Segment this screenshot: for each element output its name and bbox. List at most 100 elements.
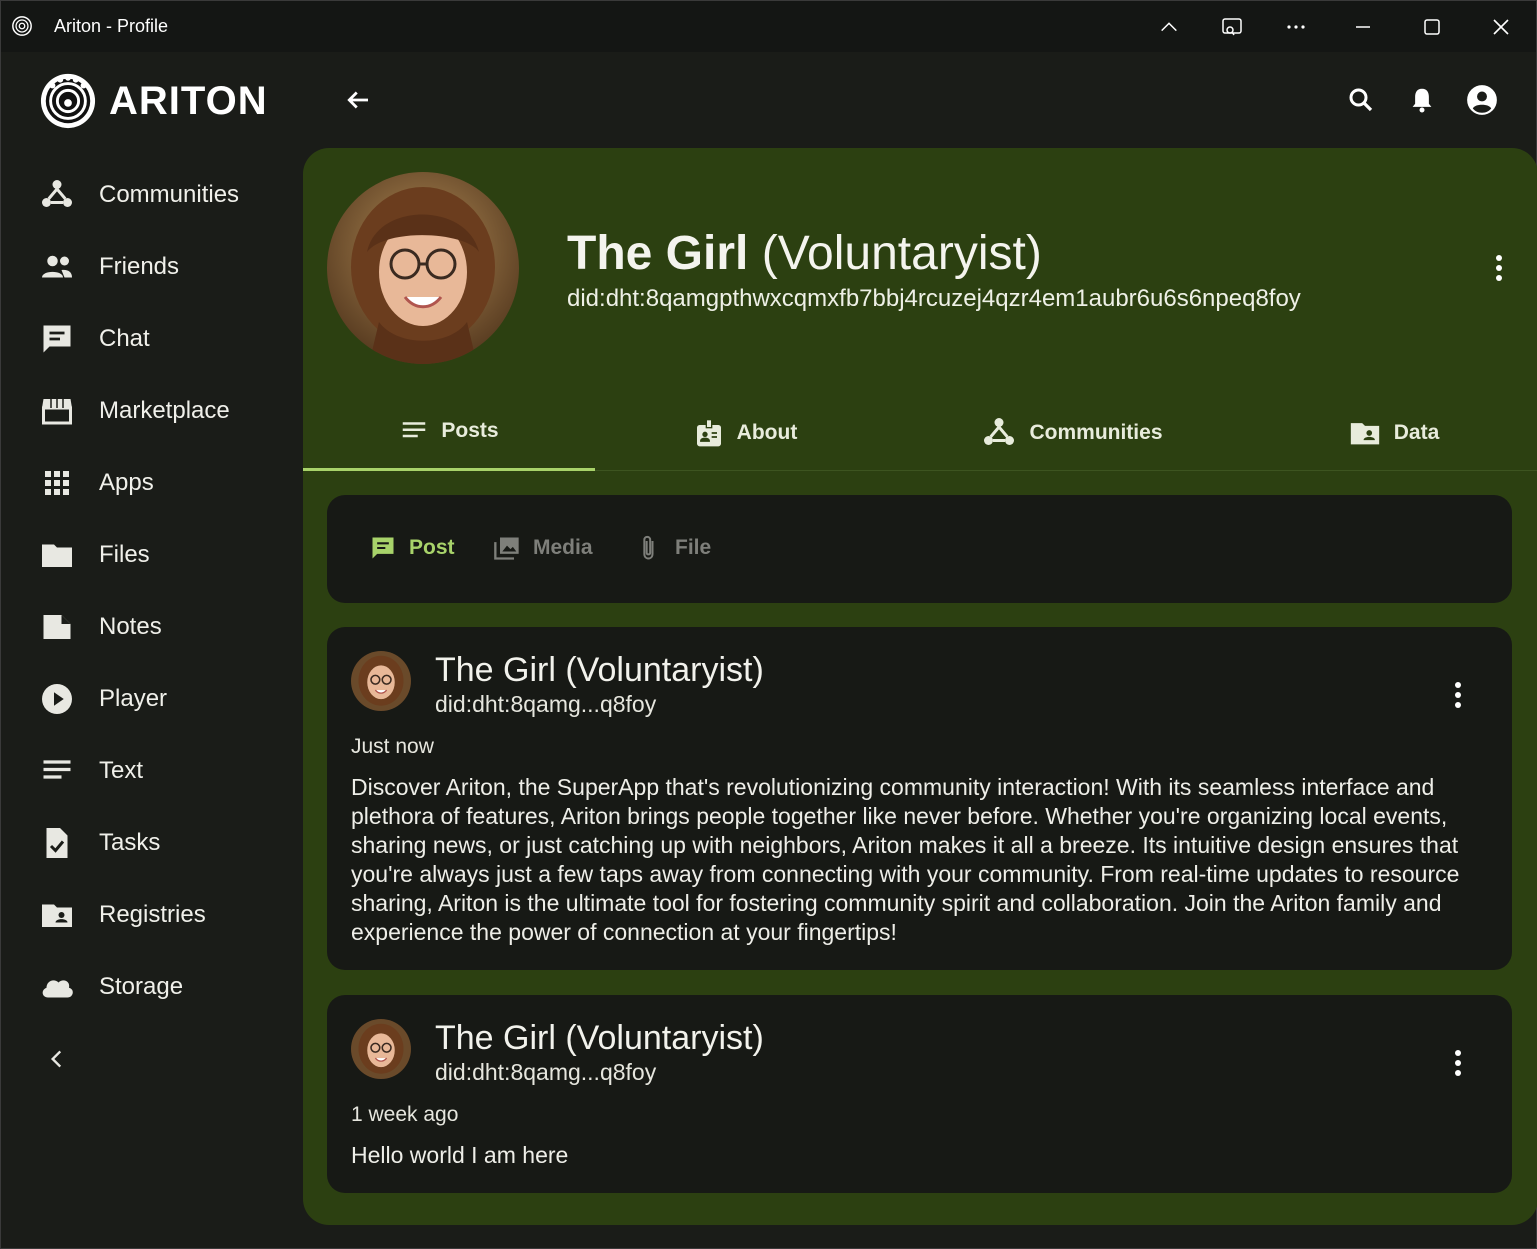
cast-button[interactable] — [1214, 9, 1250, 45]
sidebar-item-label: Notes — [99, 613, 162, 640]
note-icon — [39, 609, 75, 645]
friends-icon — [39, 249, 75, 285]
communities-icon — [39, 177, 75, 213]
sidebar-item-label: Communities — [99, 181, 240, 208]
chevron-up-icon — [1161, 22, 1177, 32]
sidebar-item-notes[interactable]: Notes — [1, 591, 301, 663]
sidebar-item-friends[interactable]: Friends — [1, 231, 301, 303]
tab-data[interactable]: Data — [1249, 394, 1537, 471]
sidebar-item-registries[interactable]: Registries — [1, 879, 301, 951]
tab-about[interactable]: About — [595, 394, 895, 471]
post-composer: Post Media File — [327, 495, 1512, 603]
sidebar-item-label: Registries — [99, 901, 206, 928]
sidebar-item-apps[interactable]: Apps — [1, 447, 301, 519]
sidebar-item-label: Tasks — [99, 829, 161, 856]
sidebar-item-files[interactable]: Files — [1, 519, 301, 591]
account-button[interactable] — [1463, 81, 1501, 119]
sidebar-item-label: Text — [99, 757, 144, 784]
collapse-sidebar-button[interactable] — [39, 1041, 75, 1077]
more-vertical-icon — [1496, 255, 1502, 281]
post-author-did: did:dht:8qamg...q8foy — [435, 691, 657, 717]
maximize-button[interactable] — [1414, 9, 1450, 45]
maximize-icon — [1424, 19, 1440, 35]
sidebar-item-label: Marketplace — [99, 397, 230, 424]
file-button-label: File — [675, 536, 712, 559]
post-button[interactable]: Post — [369, 533, 455, 563]
profile-display-name: The Girl — [567, 227, 749, 280]
title-bar: Ariton - Profile — [1, 1, 1536, 52]
tab-label: About — [736, 420, 798, 444]
tab-posts[interactable]: Posts — [303, 394, 595, 471]
sidebar-item-chat[interactable]: Chat — [1, 303, 301, 375]
folder-icon — [39, 537, 75, 573]
cast-icon — [1222, 18, 1242, 36]
app-logo-icon — [12, 16, 32, 36]
profile-tabs: Posts About Communities Data — [303, 394, 1537, 471]
arrow-back-icon — [347, 91, 368, 109]
sidebar-item-label: Storage — [99, 973, 184, 1000]
post-button-label: Post — [409, 536, 455, 559]
media-button-label: Media — [533, 536, 593, 559]
tab-label: Posts — [441, 419, 499, 442]
text-lines-icon — [39, 753, 75, 789]
account-circle-icon — [1467, 85, 1497, 115]
file-button[interactable]: File — [635, 533, 711, 563]
more-options-button[interactable] — [1278, 9, 1314, 45]
post-author-did: did:dht:8qamg...q8foy — [435, 1059, 657, 1085]
close-button[interactable] — [1483, 9, 1519, 45]
post-author: The Girl (Voluntaryist) — [435, 651, 764, 689]
avatar-image — [327, 172, 519, 364]
more-vertical-icon — [1455, 1050, 1461, 1076]
bell-icon — [1412, 88, 1432, 113]
sidebar-item-text[interactable]: Text — [1, 735, 301, 807]
close-icon — [1493, 19, 1509, 35]
sidebar-item-storage[interactable]: Storage — [1, 951, 301, 1023]
profile-avatar[interactable] — [327, 172, 519, 364]
collapse-titlebar-button[interactable] — [1151, 9, 1187, 45]
lines-icon — [403, 422, 426, 438]
chat-icon — [39, 321, 75, 357]
more-vertical-icon — [1455, 682, 1461, 708]
search-icon — [1349, 88, 1373, 112]
minimize-button[interactable] — [1345, 9, 1381, 45]
post-avatar[interactable] — [351, 1019, 411, 1079]
chevron-left-icon — [50, 1050, 62, 1068]
profile-did: did:dht:8qamgpthwxcqmxfb7bbj4rcuzej4qzr4… — [567, 285, 1301, 312]
avatar-image — [351, 651, 411, 711]
post-timestamp: 1 week ago — [351, 1103, 459, 1126]
profile-name: The Girl (Voluntaryist) — [567, 226, 1042, 281]
back-button[interactable] — [339, 81, 377, 119]
post-more-button[interactable] — [1442, 675, 1474, 715]
notifications-button[interactable] — [1403, 81, 1441, 119]
registry-folder-icon — [39, 897, 75, 933]
media-button[interactable]: Media — [493, 533, 593, 563]
post-more-button[interactable] — [1442, 1043, 1474, 1083]
post-timestamp: Just now — [351, 735, 434, 758]
task-icon — [39, 825, 75, 861]
ariton-logo-icon — [40, 73, 96, 129]
post-avatar[interactable] — [351, 651, 411, 711]
profile-panel: The Girl (Voluntaryist) did:dht:8qamgpth… — [303, 148, 1537, 1225]
image-icon — [494, 537, 519, 560]
brand-logo[interactable]: ARITON — [39, 71, 269, 131]
profile-more-button[interactable] — [1483, 248, 1515, 288]
profile-role: (Voluntaryist) — [761, 227, 1042, 280]
post-card: The Girl (Voluntaryist) did:dht:8qamg...… — [327, 627, 1512, 970]
sidebar-item-label: Files — [99, 541, 150, 568]
folder-shared-icon — [1350, 422, 1379, 444]
post-body: Discover Ariton, the SuperApp that's rev… — [351, 774, 1460, 945]
app-window: Ariton - Profile ARITON Communities Frie… — [0, 0, 1537, 1249]
sidebar-item-marketplace[interactable]: Marketplace — [1, 375, 301, 447]
window-title: Ariton - Profile — [54, 16, 169, 36]
sidebar: Communities Friends Chat Marketplace App… — [1, 159, 301, 1023]
brand-name: ARITON — [109, 78, 268, 123]
tab-communities[interactable]: Communities — [895, 394, 1249, 471]
sidebar-item-communities[interactable]: Communities — [1, 159, 301, 231]
tab-label: Communities — [1029, 420, 1163, 444]
sidebar-item-label: Friends — [99, 253, 180, 280]
sidebar-item-player[interactable]: Player — [1, 663, 301, 735]
apps-grid-icon — [39, 465, 75, 501]
cloud-icon — [39, 969, 75, 1005]
sidebar-item-tasks[interactable]: Tasks — [1, 807, 301, 879]
search-button[interactable] — [1342, 81, 1380, 119]
